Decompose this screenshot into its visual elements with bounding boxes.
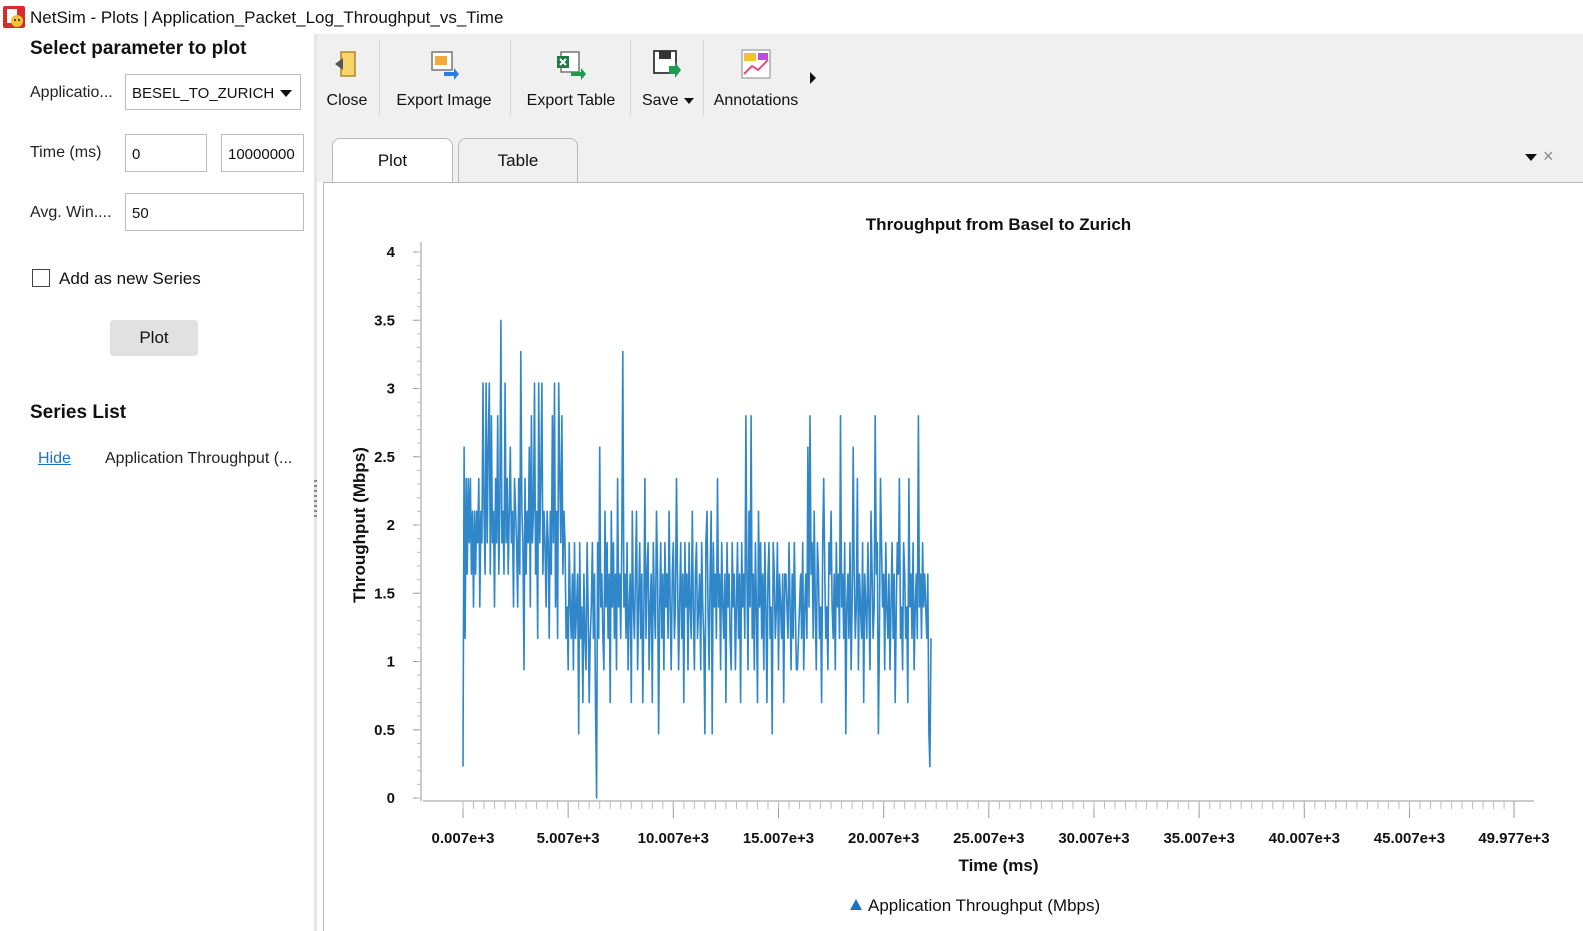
x-axis-label: Time (ms) <box>959 856 1039 875</box>
time-end-input[interactable]: 10000000 <box>221 134 304 172</box>
toolbar-separator <box>510 40 511 116</box>
legend-series-label: Application Throughput (Mbps) <box>868 896 1101 915</box>
application-select-value: BESEL_TO_ZURICH <box>132 85 275 102</box>
add-as-new-series-label: Add as new Series <box>59 269 201 288</box>
export-table-button[interactable]: Export Table <box>517 34 625 122</box>
y-tick-label: 0 <box>387 790 395 807</box>
save-dropdown-icon[interactable] <box>684 98 694 104</box>
splitter-grip-icon[interactable] <box>314 480 317 520</box>
y-tick-label: 3 <box>387 381 395 398</box>
save-button[interactable]: Save <box>635 34 699 122</box>
x-tick-label: 45.007e+3 <box>1374 830 1445 847</box>
y-tick-label: 1.5 <box>374 585 395 602</box>
close-button[interactable]: Close <box>317 34 377 122</box>
throughput-chart: Throughput from Basel to Zurich 0 0.5 1 1.5 2… <box>350 215 1550 875</box>
y-axis-label: Throughput (Mbps) <box>350 447 369 603</box>
annotations-button[interactable]: Annotations <box>707 34 805 122</box>
y-tick-label: 2 <box>387 517 395 534</box>
y-tick-label: 2.5 <box>374 449 395 466</box>
title-bar: NetSim - Plots | Application_Packet_Log_… <box>0 0 1583 34</box>
y-tick-label: 0.5 <box>374 722 395 739</box>
x-tick-label: 0.007e+3 <box>432 830 495 847</box>
avg-window-label: Avg. Win.... <box>30 204 112 221</box>
toolbar-separator <box>630 40 631 116</box>
avg-window-input[interactable]: 50 <box>125 193 304 231</box>
time-start-input[interactable]: 0 <box>125 134 207 172</box>
toolbar-separator <box>379 40 380 116</box>
hide-series-link[interactable]: Hide <box>38 450 71 468</box>
x-tick-label: 20.007e+3 <box>848 830 919 847</box>
close-button-label: Close <box>326 92 368 109</box>
chart-title: Throughput from Basel to Zurich <box>866 215 1131 234</box>
plot-button[interactable]: Plot <box>110 320 198 356</box>
x-tick-label: 49.977e+3 <box>1478 830 1549 847</box>
x-tick-label: 35.007e+3 <box>1163 830 1234 847</box>
legend-marker-icon <box>850 899 862 910</box>
series-list-item: Application Throughput (... <box>105 450 293 467</box>
parameter-panel: Select parameter to plot Applicatio... B… <box>0 34 314 931</box>
tab-plot[interactable]: Plot <box>332 138 453 184</box>
x-tick-label: 30.007e+3 <box>1058 830 1129 847</box>
tab-strip: Plot Table × <box>317 122 1583 184</box>
netsim-app-icon <box>3 6 25 28</box>
x-tick-label: 10.007e+3 <box>638 830 709 847</box>
window-title: NetSim - Plots | Application_Packet_Log_… <box>30 8 504 27</box>
close-door-icon <box>335 51 356 77</box>
x-tick-label: 15.007e+3 <box>743 830 814 847</box>
excel-export-icon <box>557 51 586 80</box>
chart-legend: Application Throughput (Mbps) <box>850 896 1100 916</box>
application-label: Applicatio... <box>30 84 113 101</box>
tab-list-dropdown-icon[interactable] <box>1525 154 1537 161</box>
toolbar: Close Export Image Export Table Save Ann… <box>317 34 1583 122</box>
series-list-heading: Series List <box>30 402 127 423</box>
dropdown-arrow-icon[interactable] <box>280 90 292 97</box>
close-tab-icon[interactable]: × <box>1543 146 1554 167</box>
x-tick-label: 40.007e+3 <box>1269 830 1340 847</box>
toolbar-overflow-icon[interactable] <box>810 72 816 84</box>
export-table-label: Export Table <box>526 92 616 109</box>
annotations-icon <box>741 49 771 79</box>
y-tick-label: 3.5 <box>374 312 395 329</box>
time-label: Time (ms) <box>30 144 102 161</box>
export-image-label: Export Image <box>396 92 492 109</box>
throughput-series-line <box>462 319 932 799</box>
select-parameter-heading: Select parameter to plot <box>30 38 247 59</box>
y-tick-label: 1 <box>387 654 395 671</box>
save-icon <box>653 50 681 78</box>
export-image-icon <box>431 51 459 80</box>
tab-table[interactable]: Table <box>458 138 578 182</box>
add-as-new-series-checkbox[interactable] <box>32 269 50 287</box>
annotations-label: Annotations <box>713 92 799 109</box>
toolbar-separator <box>703 40 704 116</box>
export-image-button[interactable]: Export Image <box>388 34 500 122</box>
x-tick-label: 5.007e+3 <box>537 830 600 847</box>
y-tick-label: 4 <box>387 244 396 261</box>
application-select[interactable]: BESEL_TO_ZURICH <box>125 74 301 110</box>
x-tick-label: 25.007e+3 <box>953 830 1024 847</box>
